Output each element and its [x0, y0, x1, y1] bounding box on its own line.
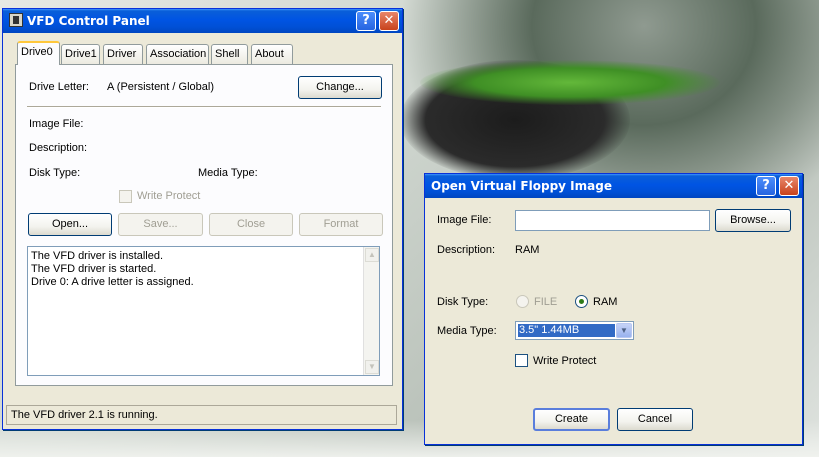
chevron-down-icon[interactable]: ▼ [616, 323, 632, 338]
open-button[interactable]: Open... [28, 213, 112, 236]
tab-drive0[interactable]: Drive0 [17, 41, 60, 65]
tab-drive1[interactable]: Drive1 [61, 44, 100, 64]
close-button[interactable]: Close [209, 213, 293, 236]
log-line: The VFD driver is started. [31, 263, 157, 275]
tab-shell[interactable]: Shell [211, 44, 248, 64]
title-bar[interactable]: VFD Control Panel ? ✕ [3, 9, 402, 33]
help-button[interactable]: ? [356, 11, 376, 31]
media-type-label: Media Type: [198, 167, 258, 179]
dialog-title-bar[interactable]: Open Virtual Floppy Image ? ✕ [425, 174, 802, 198]
scroll-down-icon[interactable]: ▼ [365, 360, 379, 374]
disk-type-ram-radio[interactable] [575, 295, 588, 308]
format-button[interactable]: Format [299, 213, 383, 236]
write-protect-label: Write Protect [137, 190, 201, 202]
dialog-title: Open Virtual Floppy Image [431, 179, 612, 193]
separator [27, 106, 381, 108]
tab-association[interactable]: Association [146, 44, 209, 64]
image-file-label: Image File: [29, 118, 84, 130]
dialog-description-label: Description: [437, 244, 496, 256]
create-button[interactable]: Create [533, 408, 610, 431]
scroll-up-icon[interactable]: ▲ [365, 248, 379, 262]
cancel-button[interactable]: Cancel [617, 408, 693, 431]
vertical-scrollbar[interactable]: ▲ ▼ [363, 247, 379, 375]
dialog-image-file-label: Image File: [437, 214, 492, 226]
log-line: Drive 0: A drive letter is assigned. [31, 276, 194, 288]
log-line: The VFD driver is installed. [31, 250, 164, 262]
dialog-write-protect-checkbox[interactable] [515, 354, 528, 367]
drive-letter-label: Drive Letter: [29, 81, 89, 93]
drive-letter-value: A (Persistent / Global) [107, 81, 214, 93]
disk-type-file-label: FILE [534, 296, 558, 308]
close-window-button[interactable]: ✕ [379, 11, 399, 31]
dialog-write-protect-label: Write Protect [533, 355, 597, 367]
dialog-close-button[interactable]: ✕ [779, 176, 799, 196]
description-label: Description: [29, 142, 88, 154]
app-icon [9, 13, 23, 27]
change-button[interactable]: Change... [298, 76, 382, 99]
dialog-description-value: RAM [515, 244, 540, 256]
save-button[interactable]: Save... [118, 213, 203, 236]
media-type-select[interactable]: 3.5" 1.44MB ▼ [515, 321, 634, 340]
tab-driver[interactable]: Driver [103, 44, 143, 64]
dialog-help-button[interactable]: ? [756, 176, 776, 196]
window-title: VFD Control Panel [27, 14, 150, 28]
write-protect-checkbox[interactable] [119, 190, 132, 203]
disk-type-ram-label: RAM [593, 296, 618, 308]
dialog-media-type-label: Media Type: [437, 325, 497, 337]
disk-type-file-radio[interactable] [516, 295, 529, 308]
media-type-selected-value: 3.5" 1.44MB [518, 324, 615, 337]
log-textbox[interactable]: The VFD driver is installed. The VFD dri… [27, 246, 380, 376]
tab-about[interactable]: About [251, 44, 293, 64]
browse-button[interactable]: Browse... [715, 209, 791, 232]
image-file-input[interactable] [515, 210, 710, 231]
dialog-disk-type-label: Disk Type: [437, 296, 489, 308]
wallpaper-shape [420, 60, 720, 105]
disk-type-label: Disk Type: [29, 167, 81, 179]
status-bar: The VFD driver 2.1 is running. [6, 405, 397, 425]
